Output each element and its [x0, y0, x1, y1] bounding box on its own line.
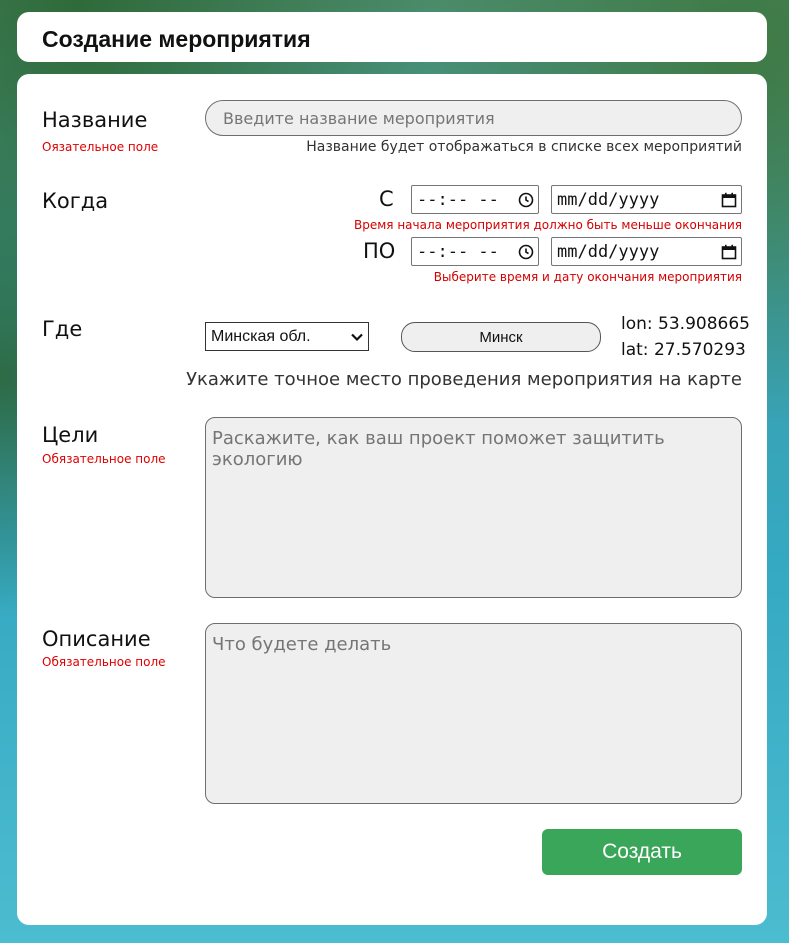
calendar-icon[interactable] — [721, 244, 737, 260]
calendar-icon[interactable] — [721, 192, 737, 208]
end-date-input[interactable]: mm/dd/yyyy — [551, 237, 742, 266]
start-time-input[interactable]: --:-- -- — [411, 185, 539, 214]
end-time-input[interactable]: --:-- -- — [411, 237, 539, 266]
name-label: Название — [42, 108, 148, 132]
clock-icon[interactable] — [518, 192, 534, 208]
description-required-note: Обязательное поле — [42, 655, 166, 669]
end-error: Выберите время и дату окончания мероприя… — [433, 270, 742, 284]
longitude-value: lon: 53.908665 — [621, 314, 750, 334]
event-name-hint: Название будет отображаться в списке все… — [306, 139, 742, 155]
to-label: ПО — [363, 239, 396, 263]
goals-label: Цели — [42, 423, 99, 447]
name-required-note: Оязательное поле — [42, 140, 159, 154]
start-time-value: --:-- -- — [417, 189, 499, 210]
where-label: Где — [42, 317, 83, 341]
event-name-placeholder: Введите название мероприятия — [223, 108, 495, 128]
from-label: С — [379, 187, 394, 211]
goals-required-note: Обязательное поле — [42, 452, 166, 466]
event-name-input[interactable]: Введите название мероприятия — [205, 100, 742, 136]
start-date-input[interactable]: mm/dd/yyyy — [551, 185, 742, 214]
description-textarea[interactable]: Что будете делать — [205, 623, 742, 804]
goals-textarea[interactable]: Раскажите, как ваш проект поможет защити… — [205, 417, 742, 598]
event-form: Название Оязательное поле Введите назван… — [17, 74, 767, 925]
description-label: Описание — [42, 627, 151, 651]
chevron-down-icon — [351, 333, 363, 341]
description-placeholder: Что будете делать — [212, 634, 392, 655]
map-hint: Укажите точное место проведения мероприя… — [186, 369, 742, 390]
start-error: Время начала мероприятия должно быть мен… — [354, 218, 742, 232]
region-selected-value: Минская обл. — [211, 327, 311, 345]
create-button[interactable]: Создать — [542, 829, 742, 875]
end-time-value: --:-- -- — [417, 241, 499, 262]
end-date-value: mm/dd/yyyy — [557, 241, 660, 262]
region-select[interactable]: Минская обл. — [205, 322, 369, 351]
city-button[interactable]: Минск — [401, 322, 601, 352]
clock-icon[interactable] — [518, 244, 534, 260]
start-date-value: mm/dd/yyyy — [557, 189, 660, 210]
latitude-value: lat: 27.570293 — [621, 340, 746, 360]
page-header: Создание мероприятия — [17, 12, 767, 62]
goals-placeholder: Раскажите, как ваш проект поможет защити… — [212, 428, 665, 470]
page-title: Создание мероприятия — [42, 26, 311, 52]
when-label: Когда — [42, 189, 109, 213]
